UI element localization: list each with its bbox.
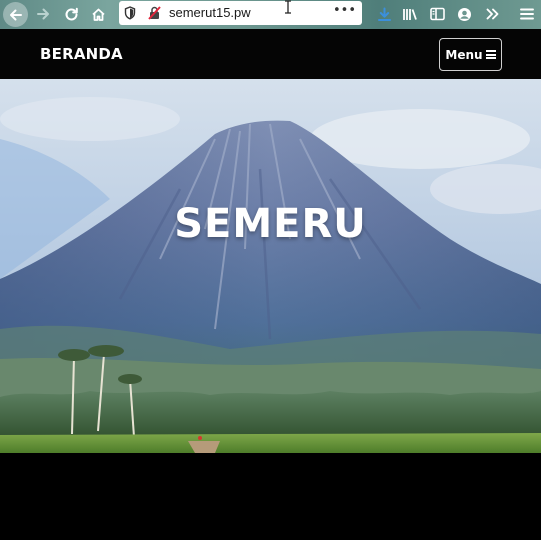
library-button[interactable] xyxy=(398,3,422,25)
mountain-image xyxy=(0,79,541,453)
page-actions-more[interactable]: ••• xyxy=(333,3,356,18)
brand-link[interactable]: BERANDA xyxy=(40,45,123,63)
hero-section: SEMERU xyxy=(0,79,541,453)
reload-icon xyxy=(65,7,78,20)
menu-button[interactable]: Menu xyxy=(439,38,502,71)
hamburger-icon xyxy=(485,50,496,59)
insecure-lock-icon[interactable] xyxy=(148,6,161,20)
hero-title: SEMERU xyxy=(174,201,367,247)
account-button[interactable] xyxy=(452,3,476,25)
overflow-button[interactable] xyxy=(480,3,504,25)
shield-icon[interactable] xyxy=(124,6,136,20)
back-arrow-icon xyxy=(9,9,22,20)
reload-button[interactable] xyxy=(59,3,83,25)
text-cursor-icon xyxy=(285,0,291,14)
library-icon xyxy=(403,8,417,20)
sidebar-icon xyxy=(429,7,445,21)
hamburger-menu-icon xyxy=(520,8,534,20)
forward-button[interactable] xyxy=(31,3,55,25)
browser-toolbar: semerut15.pw ••• xyxy=(0,0,541,29)
app-menu-button[interactable] xyxy=(515,3,539,25)
sidebar-button[interactable] xyxy=(425,3,449,25)
url-bar[interactable]: semerut15.pw ••• xyxy=(119,1,362,25)
menu-button-label: Menu xyxy=(445,47,483,62)
downloads-button[interactable] xyxy=(372,3,396,25)
forward-arrow-icon xyxy=(37,8,49,20)
site-header: BERANDA Menu xyxy=(0,29,541,79)
url-text[interactable]: semerut15.pw xyxy=(169,5,251,20)
account-icon xyxy=(457,7,471,21)
home-icon xyxy=(91,8,105,21)
home-button[interactable] xyxy=(86,3,110,25)
overflow-chevron-icon xyxy=(486,8,498,20)
download-icon xyxy=(377,7,391,21)
back-button[interactable] xyxy=(3,2,28,27)
page-bottom-area xyxy=(0,453,541,540)
